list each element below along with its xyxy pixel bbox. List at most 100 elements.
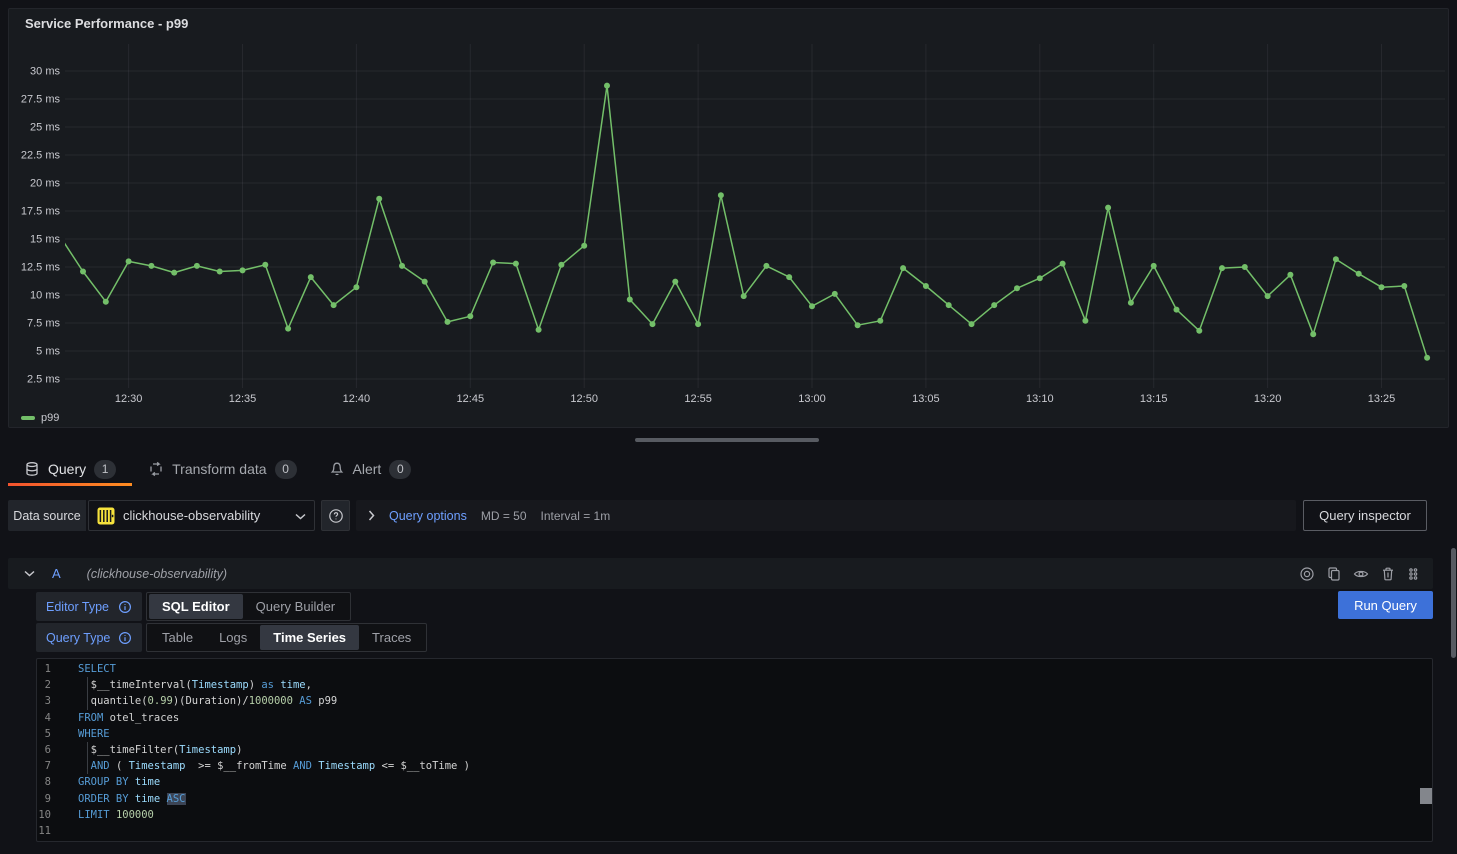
tab-transform-data[interactable]: Transform data 0 [132,452,312,486]
line-number: 11 [37,823,51,839]
x-axis-tick: 12:55 [684,393,712,405]
interval-value: Interval = 1m [541,509,611,523]
y-axis-tick: 27.5 ms [21,94,61,106]
duplicate-query-icon[interactable] [1326,566,1342,582]
tab-query[interactable]: Query 1 [8,452,132,486]
x-axis-tick: 12:35 [229,393,257,405]
p99-line-chart: 30 ms 27.5 ms 25 ms 22.5 ms 20 ms 17.5 ms 15 m… [9,9,1448,427]
editor-type-option-query-builder[interactable]: Query Builder [243,594,348,619]
x-axis-tick: 13:25 [1368,393,1396,405]
x-axis-tick: 13:00 [798,393,826,405]
chevron-down-icon [295,507,306,525]
y-axis-tick: 2.5 ms [27,374,61,386]
editor-tab-bar: Query 1 Transform data 0 Alert 0 [8,452,427,486]
drag-handle-icon[interactable] [1407,566,1419,582]
info-icon[interactable] [118,631,132,645]
x-axis-tick: 12:50 [570,393,598,405]
code-line[interactable] [78,823,1412,839]
sql-code-editor[interactable]: 1234567891011 SELECT $__timeInterval(Tim… [36,658,1433,842]
indent-guide [87,693,88,709]
collapse-chevron-icon[interactable] [24,570,35,577]
tab-alert[interactable]: Alert 0 [313,452,428,486]
query-type-label: Query Type [46,631,110,645]
panel-title[interactable]: Service Performance - p99 [25,16,188,31]
code-line[interactable]: FROM otel_traces [78,710,1412,726]
database-icon [24,461,40,477]
code-line[interactable]: $__timeInterval(Timestamp) as time, [78,677,1412,693]
tab-query-count: 1 [94,460,116,479]
line-number: 10 [37,807,51,823]
hide-response-eye-icon[interactable] [1353,566,1369,582]
max-data-points-value: MD = 50 [481,509,527,523]
y-axis-tick: 30 ms [30,66,60,78]
line-number: 5 [37,726,51,742]
editor-scrollbar-thumb[interactable] [1420,788,1432,804]
query-type-option-time-series[interactable]: Time Series [260,625,359,650]
data-source-label: Data source [8,500,86,531]
editor-type-label: Editor Type [46,600,109,614]
p99-series [57,83,1430,361]
y-axis-tick: 5 ms [36,346,60,358]
transform-icon [148,461,164,477]
y-axis-tick: 17.5 ms [21,206,61,218]
chart-legend: p99 [21,412,59,424]
line-number: 6 [37,742,51,758]
code-line[interactable]: AND ( Timestamp >= $__fromTime AND Times… [78,758,1412,774]
info-icon[interactable] [118,600,132,614]
editor-type-label-box: Editor Type [36,592,142,621]
y-axis-tick: 15 ms [30,234,60,246]
data-source-help-button[interactable] [321,500,350,531]
code-line[interactable]: WHERE [78,726,1412,742]
x-axis-tick: 13:10 [1026,393,1054,405]
code-line[interactable]: quantile(0.99)(Duration)/1000000 AS p99 [78,693,1412,709]
delete-query-trash-icon[interactable] [1380,566,1396,582]
query-inspector-button[interactable]: Query inspector [1303,500,1427,531]
query-ref-id: A [52,566,61,581]
x-axis-tick: 13:15 [1140,393,1168,405]
tab-query-label: Query [48,461,86,477]
line-number: 4 [37,710,51,726]
chevron-right-icon[interactable] [368,510,375,521]
code-line[interactable]: GROUP BY time [78,774,1412,790]
code-line[interactable]: $__timeFilter(Timestamp) [78,742,1412,758]
x-axis-tick: 13:20 [1254,393,1282,405]
record-icon[interactable] [1299,566,1315,582]
legend-series-label[interactable]: p99 [41,412,59,424]
timeseries-panel: 30 ms 27.5 ms 25 ms 22.5 ms 20 ms 17.5 ms 15 m… [8,8,1449,428]
query-options-bar: Query options MD = 50 Interval = 1m [356,500,1296,531]
query-type-option-table[interactable]: Table [149,625,206,650]
run-query-button[interactable]: Run Query [1338,591,1433,619]
query-options-toggle[interactable]: Query options [389,509,467,523]
y-axis-tick: 10 ms [30,290,60,302]
sql-code[interactable]: SELECT $__timeInterval(Timestamp) as tim… [78,661,1412,839]
line-number: 1 [37,661,51,677]
editor-type-option-sql-editor[interactable]: SQL Editor [149,594,243,619]
editor-type-radio-group: SQL Editor Query Builder [146,592,351,621]
line-number: 8 [37,774,51,790]
y-axis-tick: 25 ms [30,122,60,134]
x-axis-tick: 13:05 [912,393,940,405]
code-line[interactable]: SELECT [78,661,1412,677]
y-axis-tick: 20 ms [30,178,60,190]
query-type-radio-group: Table Logs Time Series Traces [146,623,427,652]
code-line[interactable]: ORDER BY time ASC [78,791,1412,807]
bell-icon [329,461,345,477]
line-number: 3 [37,693,51,709]
y-axis-tick: 22.5 ms [21,150,61,162]
data-source-value: clickhouse-observability [123,508,287,523]
horizontal-scrollbar[interactable] [635,438,819,442]
data-source-picker[interactable]: clickhouse-observability [88,500,315,531]
grafana-panel-edit-page: 30 ms27.5 ms25 ms22.5 ms20 ms17.5 ms15 m… [0,0,1457,854]
legend-series-swatch [21,416,35,420]
x-axis-tick: 12:30 [115,393,143,405]
vertical-scrollbar[interactable] [1451,548,1456,658]
query-type-option-logs[interactable]: Logs [206,625,260,650]
query-row-header[interactable]: A (clickhouse-observability) [8,558,1433,589]
line-number: 2 [37,677,51,693]
query-type-option-traces[interactable]: Traces [359,625,424,650]
y-axis-tick: 7.5 ms [27,318,61,330]
line-number: 9 [37,791,51,807]
tab-transform-count: 0 [275,460,297,479]
code-line[interactable]: LIMIT 100000 [78,807,1412,823]
clickhouse-logo-icon [97,507,115,525]
